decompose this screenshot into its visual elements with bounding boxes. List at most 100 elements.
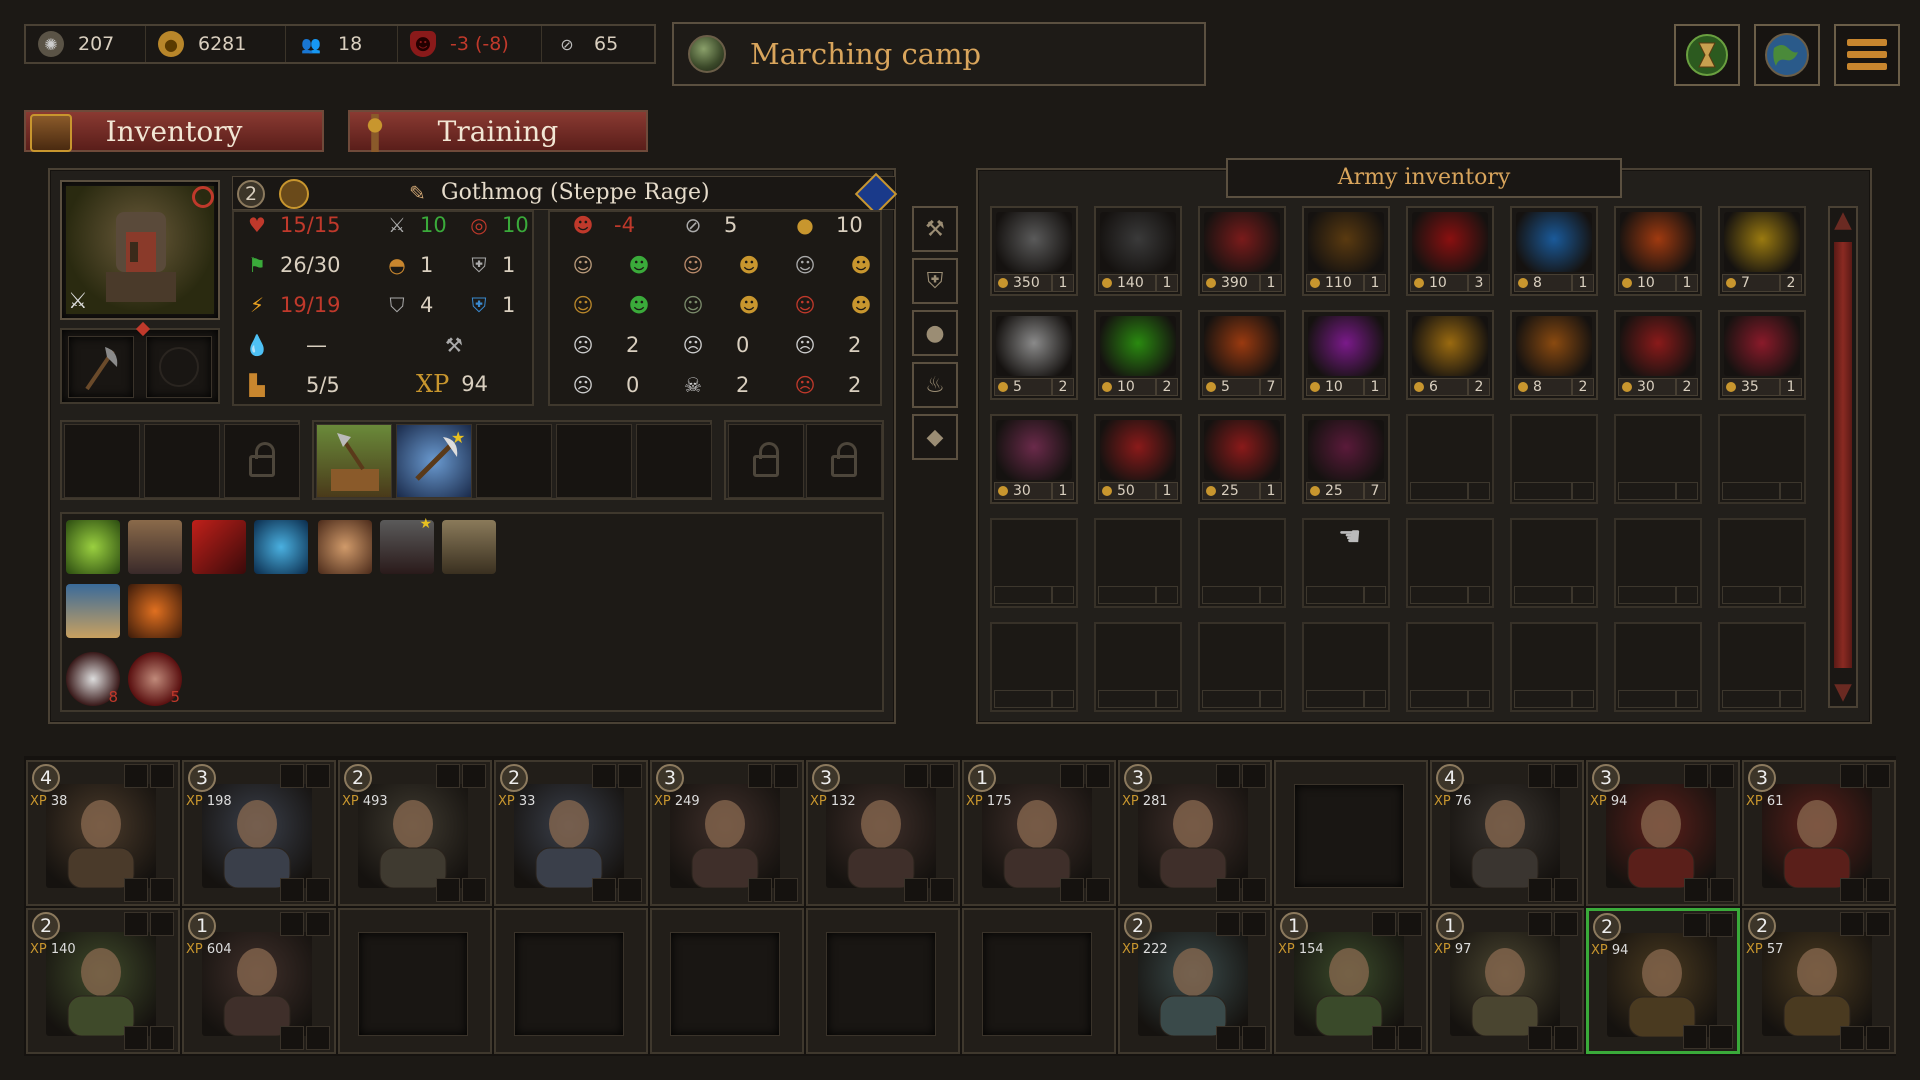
unit-item-slot[interactable]	[1709, 1025, 1733, 1049]
unit-card[interactable]: 3 XP 281	[1118, 760, 1272, 906]
unit-item-slot[interactable]	[280, 764, 304, 788]
inventory-item[interactable]: 72	[1718, 206, 1806, 296]
inventory-item[interactable]: 25 1	[1198, 414, 1286, 504]
unit-item-slot[interactable]	[1242, 1026, 1266, 1050]
unit-item-slot[interactable]	[1866, 912, 1890, 936]
skill-slot-4[interactable]	[556, 424, 632, 498]
unit-card[interactable]: 1 XP 604	[182, 908, 336, 1054]
axe-throw-skill[interactable]: ★	[396, 424, 472, 498]
unit-item-slot[interactable]	[1216, 764, 1240, 788]
unit-card[interactable]: 4 XP 76	[1430, 760, 1584, 906]
rider-trait-icon[interactable]	[128, 584, 182, 638]
unit-card[interactable]: 2 XP 94	[1586, 908, 1740, 1054]
unit-item-slot[interactable]	[124, 764, 148, 788]
hero-portrait[interactable]: ⚔	[60, 180, 220, 320]
inventory-item[interactable]: 30 1	[990, 414, 1078, 504]
unit-card[interactable]: 2 XP 57	[1742, 908, 1896, 1054]
unit-item-slot[interactable]	[280, 1026, 304, 1050]
tab-inventory[interactable]: Inventory	[24, 110, 324, 152]
unit-card[interactable]: 1 XP 97	[1430, 908, 1584, 1054]
resource-gold[interactable]: ● 6281	[146, 26, 286, 62]
unit-item-slot[interactable]	[1242, 764, 1266, 788]
flex-trait-icon[interactable]	[442, 520, 496, 574]
empty-inventory-slot[interactable]	[1614, 622, 1702, 712]
resource-materials[interactable]: ✺ 207	[26, 26, 146, 62]
quill-icon[interactable]: ✎	[409, 181, 426, 205]
empty-inventory-slot[interactable]	[1406, 414, 1494, 504]
inventory-item[interactable]: 81	[1510, 206, 1598, 296]
unit-item-slot[interactable]	[150, 912, 174, 936]
unit-card[interactable]: 1 XP 154	[1274, 908, 1428, 1054]
unit-item-slot[interactable]	[1528, 764, 1552, 788]
unit-item-slot[interactable]	[1554, 878, 1578, 902]
empty-unit-slot[interactable]	[962, 908, 1116, 1054]
unit-item-slot[interactable]	[1866, 764, 1890, 788]
unit-item-slot[interactable]	[618, 878, 642, 902]
tab-training[interactable]: Training	[348, 110, 648, 152]
unit-item-slot[interactable]	[618, 764, 642, 788]
unit-item-slot[interactable]	[1242, 912, 1266, 936]
empty-inventory-slot[interactable]	[1614, 518, 1702, 608]
eye-arrow-trait-icon[interactable]	[318, 520, 372, 574]
empty-unit-slot[interactable]	[1274, 760, 1428, 906]
empty-unit-slot[interactable]	[494, 908, 648, 1054]
skill-slot-5[interactable]	[636, 424, 712, 498]
main-menu-button[interactable]	[1834, 24, 1900, 86]
unit-item-slot[interactable]	[1710, 764, 1734, 788]
empty-inventory-slot[interactable]	[1302, 622, 1390, 712]
unit-card[interactable]: 3 XP 94	[1586, 760, 1740, 906]
passive-slot-1[interactable]	[64, 424, 140, 498]
unit-item-slot[interactable]	[1840, 764, 1864, 788]
empty-inventory-slot[interactable]	[1510, 622, 1598, 712]
unit-item-slot[interactable]	[1086, 764, 1110, 788]
unit-item-slot[interactable]	[150, 878, 174, 902]
unit-card[interactable]: 4 XP 38	[26, 760, 180, 906]
unit-card[interactable]: 3 XP 132	[806, 760, 960, 906]
unit-item-slot[interactable]	[436, 764, 460, 788]
unit-item-slot[interactable]	[1840, 1026, 1864, 1050]
unit-item-slot[interactable]	[1683, 913, 1707, 937]
unit-item-slot[interactable]	[1528, 878, 1552, 902]
throne-trait-icon[interactable]	[128, 520, 182, 574]
unit-item-slot[interactable]	[1840, 878, 1864, 902]
unit-item-slot[interactable]	[1528, 1026, 1552, 1050]
scroll-up-arrow-icon[interactable]	[1834, 212, 1852, 230]
unit-item-slot[interactable]	[1554, 912, 1578, 936]
empty-inventory-slot[interactable]	[1510, 518, 1598, 608]
unit-item-slot[interactable]	[1216, 912, 1240, 936]
inventory-item[interactable]: 52	[990, 310, 1078, 400]
unit-card[interactable]: 3 XP 198	[182, 760, 336, 906]
unit-item-slot[interactable]	[1216, 1026, 1240, 1050]
inventory-item[interactable]: 10 2	[1094, 310, 1182, 400]
filter-gems-tab[interactable]: ◆	[912, 414, 958, 460]
unit-item-slot[interactable]	[1060, 764, 1084, 788]
empty-inventory-slot[interactable]	[990, 622, 1078, 712]
empty-inventory-slot[interactable]	[1198, 622, 1286, 712]
unit-item-slot[interactable]	[1372, 912, 1396, 936]
unit-item-slot[interactable]	[1683, 1025, 1707, 1049]
inventory-item[interactable]: 50 1	[1094, 414, 1182, 504]
unit-item-slot[interactable]	[1554, 1026, 1578, 1050]
unit-card[interactable]: 2 XP 140	[26, 908, 180, 1054]
unit-item-slot[interactable]	[1528, 912, 1552, 936]
unit-item-slot[interactable]	[1840, 912, 1864, 936]
empty-inventory-slot[interactable]	[1406, 622, 1494, 712]
unit-item-slot[interactable]	[306, 764, 330, 788]
inventory-item[interactable]: 62	[1406, 310, 1494, 400]
unit-item-slot[interactable]	[306, 878, 330, 902]
unit-item-slot[interactable]	[904, 764, 928, 788]
inventory-item[interactable]: 82	[1510, 310, 1598, 400]
empty-unit-slot[interactable]	[806, 908, 960, 1054]
empty-unit-slot[interactable]	[338, 908, 492, 1054]
unit-item-slot[interactable]	[462, 764, 486, 788]
inventory-item[interactable]: 110 1	[1302, 206, 1390, 296]
unit-item-slot[interactable]	[930, 764, 954, 788]
empty-inventory-slot[interactable]	[1094, 622, 1182, 712]
unit-item-slot[interactable]	[930, 878, 954, 902]
filter-bombs-tab[interactable]: ●	[912, 310, 958, 356]
filter-potions-tab[interactable]: ♨	[912, 362, 958, 408]
skull-debuff-icon[interactable]: 8	[66, 652, 120, 706]
skill-slot-3[interactable]	[476, 424, 552, 498]
empty-inventory-slot[interactable]	[1094, 518, 1182, 608]
map-trait-icon[interactable]	[66, 584, 120, 638]
